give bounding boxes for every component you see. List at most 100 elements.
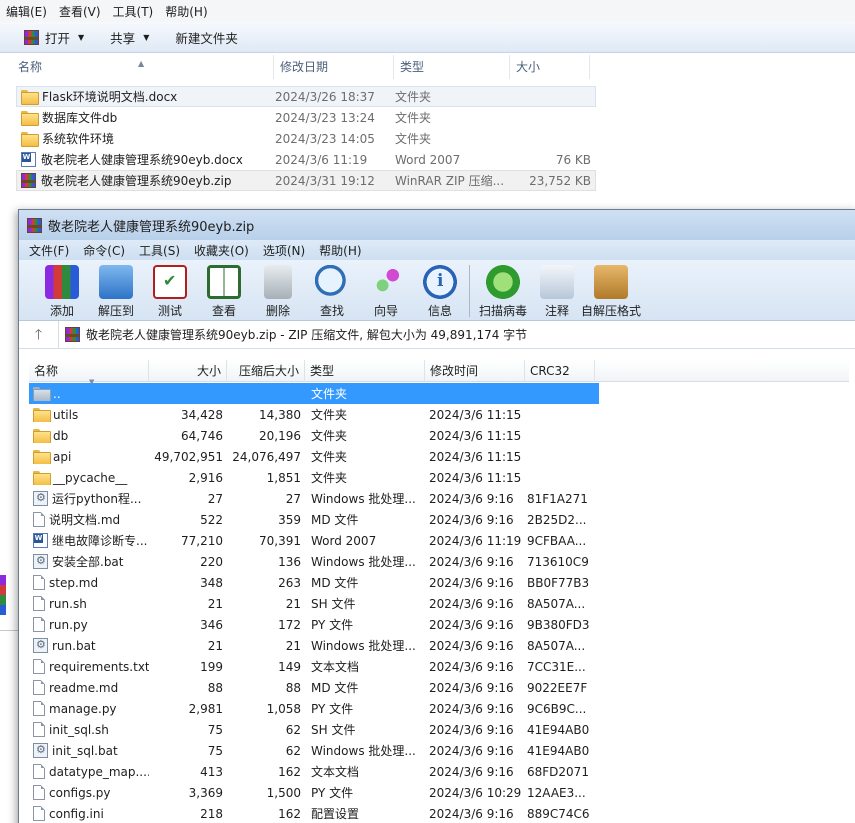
- find-button[interactable]: 查找: [305, 260, 359, 319]
- list-item[interactable]: 敬老院老人健康管理系统90eyb.docx 2024/3/6 11:19 Wor…: [16, 149, 596, 170]
- file-name: db: [53, 428, 69, 443]
- extract-button[interactable]: 解压到: [89, 260, 143, 319]
- menu-edit[interactable]: 编辑(E): [0, 3, 53, 20]
- share-button[interactable]: 共享 ▼: [110, 28, 149, 47]
- info-button[interactable]: 信息: [413, 260, 467, 319]
- column-date[interactable]: 修改日期: [274, 55, 394, 79]
- file-date: 2024/3/23 13:24: [275, 110, 375, 125]
- cell-name: ..: [29, 387, 149, 401]
- cell-modified: 2024/3/6 9:16: [429, 596, 514, 611]
- column-name[interactable]: 名称 ▲: [0, 55, 274, 79]
- wizard-button[interactable]: 向导: [359, 260, 413, 319]
- table-row[interactable]: api 49,702,951 24,076,497 文件夹 2024/3/6 11:15: [29, 446, 849, 467]
- table-row[interactable]: 说明文档.md 522 359 MD 文件 2024/3/6 9:16 2B25D2...: [29, 509, 849, 530]
- table-row[interactable]: requirements.txt 199 149 文本文档 2024/3/6 9:16 7…: [29, 656, 849, 677]
- cell-type: Windows 批处理...: [311, 492, 416, 506]
- cell-size: 413: [200, 764, 223, 779]
- column-type[interactable]: 类型: [394, 55, 510, 79]
- column-size[interactable]: 大小: [510, 55, 590, 79]
- list-item[interactable]: 数据库文件db 2024/3/23 13:24 文件夹: [16, 107, 596, 128]
- add-archive-icon: [45, 265, 79, 299]
- table-row[interactable]: run.sh 21 21 SH 文件 2024/3/6 9:16 8A507A...: [29, 593, 849, 614]
- table-row[interactable]: 安装全部.bat 220 136 Windows 批处理... 2024/3/6 9:1…: [29, 551, 849, 572]
- menu-options[interactable]: 选项(N): [263, 242, 305, 259]
- table-row[interactable]: db 64,746 20,196 文件夹 2024/3/6 11:15: [29, 425, 849, 446]
- winrar-titlebar[interactable]: 敬老院老人健康管理系统90eyb.zip: [19, 210, 855, 240]
- cell-crc: 41E94AB0: [527, 743, 590, 758]
- cell-modified: 2024/3/6 9:16: [429, 491, 514, 506]
- file-size: 76 KB: [555, 152, 591, 167]
- delete-button[interactable]: 删除: [251, 260, 305, 319]
- table-row[interactable]: utils 34,428 14,380 文件夹 2024/3/6 11:15: [29, 404, 849, 425]
- menu-commands[interactable]: 命令(C): [83, 242, 125, 259]
- scan-virus-button[interactable]: 扫描病毒: [476, 260, 530, 319]
- cell-type: MD 文件: [311, 576, 359, 590]
- open-button[interactable]: 打开 ▼: [24, 28, 84, 47]
- cell-crc: 7CC31E...: [527, 659, 586, 674]
- cell-crc: 713610C9: [527, 554, 589, 569]
- sort-up-icon: ▲: [138, 59, 145, 68]
- add-button[interactable]: 添加: [35, 260, 89, 319]
- cell-name: __pycache__: [29, 471, 149, 485]
- list-item[interactable]: 系统软件环境 2024/3/23 14:05 文件夹: [16, 128, 596, 149]
- table-row[interactable]: __pycache__ 2,916 1,851 文件夹 2024/3/6 11:15: [29, 467, 849, 488]
- comment-button[interactable]: 注释: [530, 260, 584, 319]
- file-type: 文件夹: [395, 111, 432, 125]
- wizard-wand-icon: [369, 265, 403, 299]
- view-button[interactable]: 查看: [197, 260, 251, 319]
- table-row[interactable]: step.md 348 263 MD 文件 2024/3/6 9:16 BB0F77B3: [29, 572, 849, 593]
- table-row[interactable]: init_sql.bat 75 62 Windows 批处理... 2024/3/6 9…: [29, 740, 849, 761]
- cell-crc: 8A507A...: [527, 596, 586, 611]
- table-row[interactable]: manage.py 2,981 1,058 PY 文件 2024/3/6 9:16 9C6…: [29, 698, 849, 719]
- menu-help[interactable]: 帮助(H): [159, 3, 213, 20]
- test-checklist-icon: [153, 265, 187, 299]
- table-row[interactable]: run.py 346 172 PY 文件 2024/3/6 9:16 9B380FD3: [29, 614, 849, 635]
- cell-packed: 24,076,497: [232, 449, 301, 464]
- folder-icon: [33, 450, 51, 464]
- file-name: config.ini: [49, 806, 104, 821]
- cell-modified: 2024/3/6 10:29: [429, 785, 522, 800]
- archive-path[interactable]: 敬老院老人健康管理系统90eyb.zip - ZIP 压缩文件, 解包大小为 4…: [59, 326, 527, 343]
- file-name: __pycache__: [53, 470, 128, 485]
- file-icon: [33, 680, 45, 695]
- column-type[interactable]: 类型: [305, 360, 425, 382]
- column-modified[interactable]: 修改时间: [425, 360, 525, 382]
- cell-modified: 2024/3/6 9:16: [429, 722, 514, 737]
- table-row[interactable]: 继电故障诊断专... 77,210 70,391 Word 2007 2024/3/6 …: [29, 530, 849, 551]
- extract-folder-icon: [99, 265, 133, 299]
- sfx-button[interactable]: 自解压格式: [581, 260, 641, 319]
- column-name[interactable]: 名称 ▼: [29, 360, 149, 386]
- folder-icon: [21, 132, 39, 147]
- menu-file[interactable]: 文件(F): [29, 242, 69, 259]
- cell-crc: 9CFBAA...: [527, 533, 587, 548]
- table-row[interactable]: run.bat 21 21 Windows 批处理... 2024/3/6 9:16 8A…: [29, 635, 849, 656]
- file-type: WinRAR ZIP 压缩...: [395, 174, 505, 188]
- menu-view[interactable]: 查看(V): [53, 3, 107, 20]
- up-arrow-icon[interactable]: 🡑: [19, 320, 59, 349]
- table-row[interactable]: init_sql.sh 75 62 SH 文件 2024/3/6 9:16 41E94AB…: [29, 719, 849, 740]
- file-name: run.bat: [52, 638, 96, 653]
- parent-folder-icon: [33, 387, 51, 401]
- list-item[interactable]: Flask环境说明文档.docx 2024/3/26 18:37 文件夹: [16, 86, 596, 107]
- file-date: 2024/3/26 18:37: [275, 89, 375, 104]
- table-row[interactable]: config.ini 218 162 配置设置 2024/3/6 9:16 889C74C…: [29, 803, 849, 823]
- column-size[interactable]: 大小: [149, 360, 227, 382]
- table-row[interactable]: .. 文件夹: [29, 383, 599, 404]
- menu-help[interactable]: 帮助(H): [319, 242, 361, 259]
- table-row[interactable]: datatype_map.... 413 162 文本文档 2024/3/6 9:16 6…: [29, 761, 849, 782]
- cell-packed: 149: [278, 659, 301, 674]
- menu-favorites[interactable]: 收藏夹(O): [194, 242, 249, 259]
- table-row[interactable]: 运行python程... 27 27 Windows 批处理... 2024/3/6 9…: [29, 488, 849, 509]
- folder-icon: [21, 90, 39, 105]
- winrar-taskbar-icon[interactable]: [0, 575, 6, 615]
- list-item[interactable]: 敬老院老人健康管理系统90eyb.zip 2024/3/31 19:12 Win…: [16, 170, 596, 191]
- menu-tools[interactable]: 工具(T): [107, 3, 160, 20]
- column-crc[interactable]: CRC32: [525, 360, 595, 382]
- new-folder-button[interactable]: 新建文件夹: [175, 28, 238, 47]
- column-packed[interactable]: 压缩后大小: [227, 360, 305, 382]
- table-row[interactable]: readme.md 88 88 MD 文件 2024/3/6 9:16 9022EE7F: [29, 677, 849, 698]
- test-button[interactable]: 测试: [143, 260, 197, 319]
- menu-tools[interactable]: 工具(S): [139, 242, 180, 259]
- table-row[interactable]: configs.py 3,369 1,500 PY 文件 2024/3/6 10:29 1…: [29, 782, 849, 803]
- cell-type: PY 文件: [311, 618, 354, 632]
